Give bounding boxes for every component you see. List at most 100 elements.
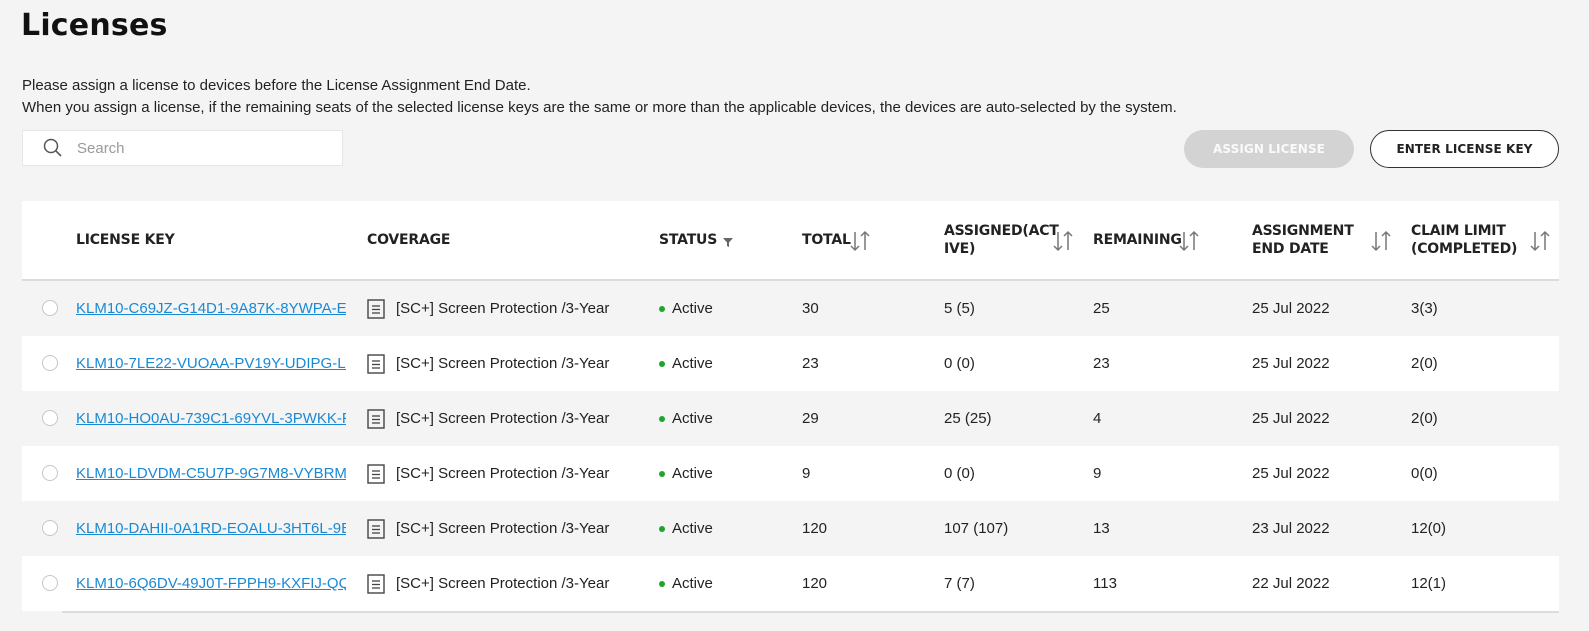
table-row: KLM10-6Q6DV-49J0T-FPPH9-KXFIJ-QQS... [SC…: [22, 556, 1559, 611]
coverage-text: [SC+] Screen Protection /3-Year: [396, 575, 610, 592]
status-dot-icon: [659, 525, 665, 532]
status-cell: Active: [659, 556, 713, 611]
info-line-2: When you assign a license, if the remain…: [22, 99, 1177, 116]
sort-icon[interactable]: [1370, 230, 1392, 252]
assigned-cell: 7 (7): [944, 575, 975, 592]
license-key-cell: KLM10-DAHII-0A1RD-EOALU-3HT6L-9BV...: [76, 501, 346, 556]
licenses-table: LICENSE KEY COVERAGE STATUS TOTAL ASSIGN…: [22, 201, 1559, 613]
status-text: Active: [672, 520, 713, 537]
claim-limit-cell: 3(3): [1411, 300, 1438, 317]
header-end-date[interactable]: ASSIGNMENT END DATE: [1252, 201, 1354, 279]
coverage-cell: [SC+] Screen Protection /3-Year: [367, 391, 609, 446]
header-claim-limit[interactable]: CLAIM LIMIT (COMPLETED): [1411, 201, 1517, 279]
document-icon[interactable]: [367, 463, 385, 484]
row-select-radio[interactable]: [42, 300, 58, 316]
coverage-cell: [SC+] Screen Protection /3-Year: [367, 336, 609, 391]
remaining-cell: 13: [1093, 520, 1110, 537]
table-row: KLM10-LDVDM-C5U7P-9G7M8-VYBRM-S... [SC+]…: [22, 446, 1559, 501]
header-claim-line1: CLAIM LIMIT: [1411, 223, 1506, 239]
header-end-date-line1: ASSIGNMENT: [1252, 223, 1354, 239]
info-text: Please assign a license to devices befor…: [22, 75, 1177, 119]
table-row: KLM10-C69JZ-G14D1-9A87K-8YWPA-E0P... [SC…: [22, 281, 1559, 336]
document-icon[interactable]: [367, 408, 385, 429]
total-cell: 9: [802, 465, 811, 482]
coverage-text: [SC+] Screen Protection /3-Year: [396, 465, 610, 482]
row-select-radio[interactable]: [42, 410, 58, 426]
row-select-radio[interactable]: [42, 465, 58, 481]
coverage-text: [SC+] Screen Protection /3-Year: [396, 355, 610, 372]
remaining-cell: 4: [1093, 410, 1102, 427]
info-line-1: Please assign a license to devices befor…: [22, 77, 531, 94]
license-key-link[interactable]: KLM10-LDVDM-C5U7P-9G7M8-VYBRM-S...: [76, 465, 346, 482]
total-cell: 29: [802, 410, 819, 427]
status-text: Active: [672, 355, 713, 372]
assigned-cell: 5 (5): [944, 300, 975, 317]
header-assigned[interactable]: ASSIGNED(ACT IVE): [944, 201, 1059, 279]
total-cell: 120: [802, 575, 828, 592]
end-date-cell: 22 Jul 2022: [1252, 575, 1330, 592]
license-key-link[interactable]: KLM10-C69JZ-G14D1-9A87K-8YWPA-E0P...: [76, 300, 346, 317]
header-status[interactable]: STATUS: [659, 201, 734, 279]
total-cell: 120: [802, 520, 828, 537]
table-header: LICENSE KEY COVERAGE STATUS TOTAL ASSIGN…: [22, 201, 1559, 281]
end-date-cell: 25 Jul 2022: [1252, 355, 1330, 372]
sort-icon[interactable]: [849, 230, 871, 252]
status-text: Active: [672, 410, 713, 427]
row-select-radio[interactable]: [42, 520, 58, 536]
assigned-cell: 25 (25): [944, 410, 992, 427]
coverage-text: [SC+] Screen Protection /3-Year: [396, 300, 610, 317]
license-key-cell: KLM10-HO0AU-739C1-69YVL-3PWKK-FX...: [76, 391, 346, 446]
search-box[interactable]: [22, 130, 343, 166]
license-key-link[interactable]: KLM10-6Q6DV-49J0T-FPPH9-KXFIJ-QQS...: [76, 575, 346, 592]
header-coverage: COVERAGE: [367, 232, 451, 248]
status-cell: Active: [659, 446, 713, 501]
coverage-text: [SC+] Screen Protection /3-Year: [396, 520, 610, 537]
status-cell: Active: [659, 281, 713, 336]
filter-icon[interactable]: [723, 235, 734, 247]
sort-icon[interactable]: [1052, 230, 1074, 252]
sort-icon[interactable]: [1178, 230, 1200, 252]
claim-limit-cell: 12(0): [1411, 520, 1447, 537]
end-date-cell: 23 Jul 2022: [1252, 520, 1330, 537]
license-key-link[interactable]: KLM10-HO0AU-739C1-69YVL-3PWKK-FX...: [76, 410, 346, 427]
row-select-radio[interactable]: [42, 575, 58, 591]
status-text: Active: [672, 465, 713, 482]
end-date-cell: 25 Jul 2022: [1252, 300, 1330, 317]
document-icon[interactable]: [367, 518, 385, 539]
sort-icon[interactable]: [1529, 230, 1551, 252]
assigned-cell: 0 (0): [944, 465, 975, 482]
table-row: KLM10-DAHII-0A1RD-EOALU-3HT6L-9BV... [SC…: [22, 501, 1559, 556]
license-key-link[interactable]: KLM10-DAHII-0A1RD-EOALU-3HT6L-9BV...: [76, 520, 346, 537]
search-icon: [43, 138, 63, 158]
coverage-cell: [SC+] Screen Protection /3-Year: [367, 446, 609, 501]
total-cell: 23: [802, 355, 819, 372]
enter-license-key-button[interactable]: ENTER LICENSE KEY: [1370, 130, 1559, 168]
end-date-cell: 25 Jul 2022: [1252, 465, 1330, 482]
license-key-link[interactable]: KLM10-7LE22-VUOAA-PV19Y-UDIPG-LR...: [76, 355, 346, 372]
document-icon[interactable]: [367, 298, 385, 319]
remaining-cell: 113: [1093, 575, 1117, 592]
total-cell: 30: [802, 300, 819, 317]
status-dot-icon: [659, 580, 665, 587]
license-key-cell: KLM10-6Q6DV-49J0T-FPPH9-KXFIJ-QQS...: [76, 556, 346, 611]
document-icon[interactable]: [367, 353, 385, 374]
remaining-cell: 9: [1093, 465, 1102, 482]
table-row: KLM10-7LE22-VUOAA-PV19Y-UDIPG-LR... [SC+…: [22, 336, 1559, 391]
coverage-text: [SC+] Screen Protection /3-Year: [396, 410, 610, 427]
status-dot-icon: [659, 360, 665, 367]
license-key-cell: KLM10-LDVDM-C5U7P-9G7M8-VYBRM-S...: [76, 446, 346, 501]
header-remaining[interactable]: REMAINING: [1093, 201, 1182, 279]
status-cell: Active: [659, 391, 713, 446]
row-select-radio[interactable]: [42, 355, 58, 371]
remaining-cell: 25: [1093, 300, 1110, 317]
claim-limit-cell: 0(0): [1411, 465, 1438, 482]
header-total[interactable]: TOTAL: [802, 201, 851, 279]
assign-license-button[interactable]: ASSIGN LICENSE: [1184, 130, 1354, 168]
header-assigned-line2: IVE): [944, 241, 976, 257]
status-text: Active: [672, 575, 713, 592]
document-icon[interactable]: [367, 573, 385, 594]
search-input[interactable]: [75, 138, 319, 158]
header-assigned-line1: ASSIGNED(ACT: [944, 223, 1059, 239]
table-bottom-divider: [62, 611, 1559, 613]
header-license-key[interactable]: LICENSE KEY: [76, 201, 175, 279]
